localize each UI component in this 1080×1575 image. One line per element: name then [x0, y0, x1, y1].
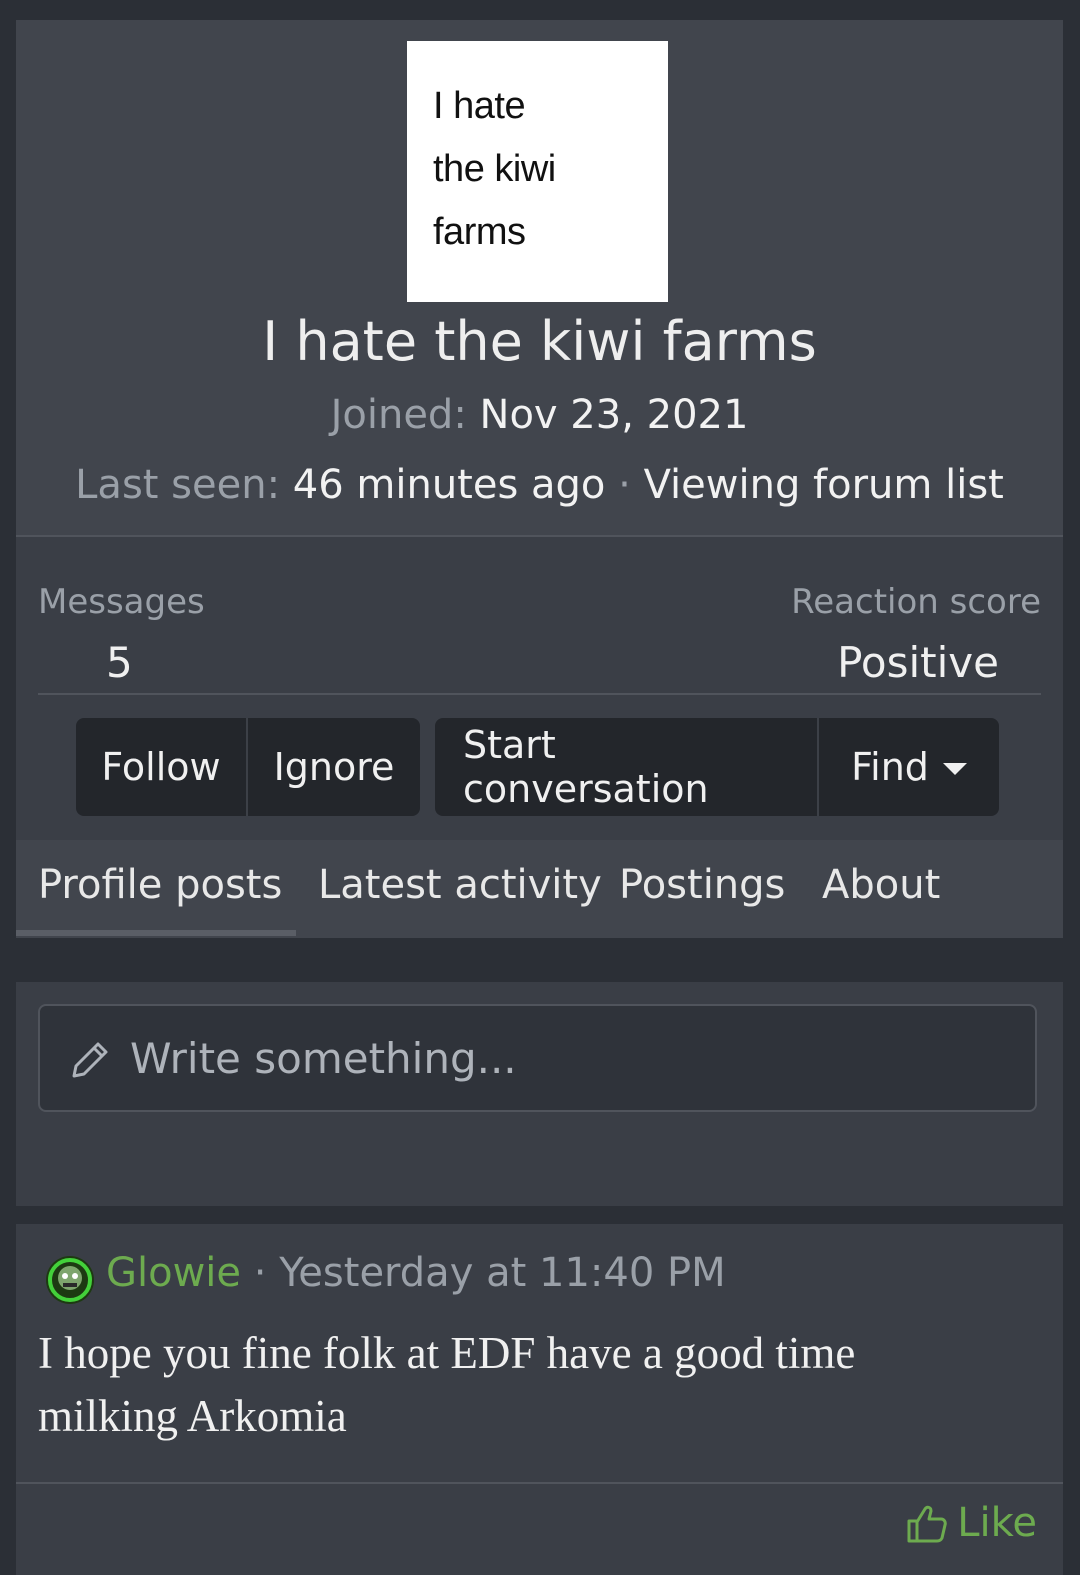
last-seen-label: Last seen: — [75, 462, 281, 508]
last-seen-activity[interactable]: Viewing forum list — [644, 462, 1004, 508]
follow-ignore-group: Follow Ignore — [76, 718, 420, 816]
joined-info: Joined: Nov 23, 2021 — [16, 392, 1063, 438]
write-something-input[interactable]: Write something... — [38, 1004, 1037, 1112]
joined-date: Nov 23, 2021 — [479, 392, 749, 438]
poster-avatar[interactable] — [44, 1254, 96, 1306]
start-conversation-button[interactable]: Start conversation — [435, 718, 819, 816]
conversation-find-group: Start conversation Find — [435, 718, 999, 816]
last-seen-info: Last seen: 46 minutes ago · Viewing foru… — [16, 462, 1063, 508]
thumbs-up-icon — [907, 1505, 947, 1543]
last-seen-time: 46 minutes ago — [292, 462, 606, 508]
post-body: I hope you fine folk at EDF have a good … — [38, 1328, 856, 1441]
profile-username: I hate the kiwi farms — [262, 310, 817, 373]
profile-post: Glowie · Yesterday at 11:40 PM I hope yo… — [16, 1224, 1063, 1575]
post-footer: Like — [16, 1482, 1063, 1575]
caret-down-icon — [942, 763, 967, 775]
poster-name[interactable]: Glowie — [106, 1250, 241, 1296]
tab-profile-posts[interactable]: Profile posts — [38, 862, 282, 908]
avatar-text-line: I hate — [433, 85, 526, 127]
write-placeholder: Write something... — [130, 1034, 517, 1083]
profile-header: I hate the kiwi farms I hate the kiwi fa… — [16, 20, 1063, 537]
joined-label: Joined: — [330, 392, 467, 438]
messages-label: Messages — [38, 582, 205, 622]
tab-latest-activity[interactable]: Latest activity — [318, 862, 602, 908]
profile-post-composer: Write something... — [16, 982, 1063, 1206]
tab-postings[interactable]: Postings — [619, 862, 785, 908]
avatar-text-line: the kiwi — [433, 148, 556, 190]
avatar-text-line: farms — [433, 211, 526, 253]
find-label: Find — [851, 745, 929, 789]
post-meta: Glowie · Yesterday at 11:40 PM — [106, 1250, 726, 1296]
profile-stats: Messages 5 Reaction score Positive — [38, 560, 1041, 695]
post-timestamp[interactable]: Yesterday at 11:40 PM — [279, 1250, 725, 1296]
tab-about[interactable]: About — [822, 862, 940, 908]
pencil-icon — [72, 1042, 108, 1078]
separator-dot: · — [618, 462, 631, 508]
like-button[interactable]: Like — [905, 1500, 1037, 1546]
profile-tabs: Profile posts Latest activity Postings A… — [16, 840, 1063, 938]
follow-button[interactable]: Follow — [76, 718, 248, 816]
reaction-score-value: Positive — [837, 638, 999, 687]
profile-card: I hate the kiwi farms I hate the kiwi fa… — [16, 20, 1063, 938]
find-dropdown-button[interactable]: Find — [819, 718, 999, 816]
profile-avatar[interactable]: I hate the kiwi farms — [407, 41, 668, 302]
active-tab-indicator — [16, 930, 296, 936]
separator-dot: · — [253, 1250, 267, 1296]
ignore-button[interactable]: Ignore — [248, 718, 420, 816]
messages-count[interactable]: 5 — [106, 638, 133, 687]
like-label: Like — [957, 1500, 1037, 1546]
reaction-score-label: Reaction score — [791, 582, 1041, 622]
